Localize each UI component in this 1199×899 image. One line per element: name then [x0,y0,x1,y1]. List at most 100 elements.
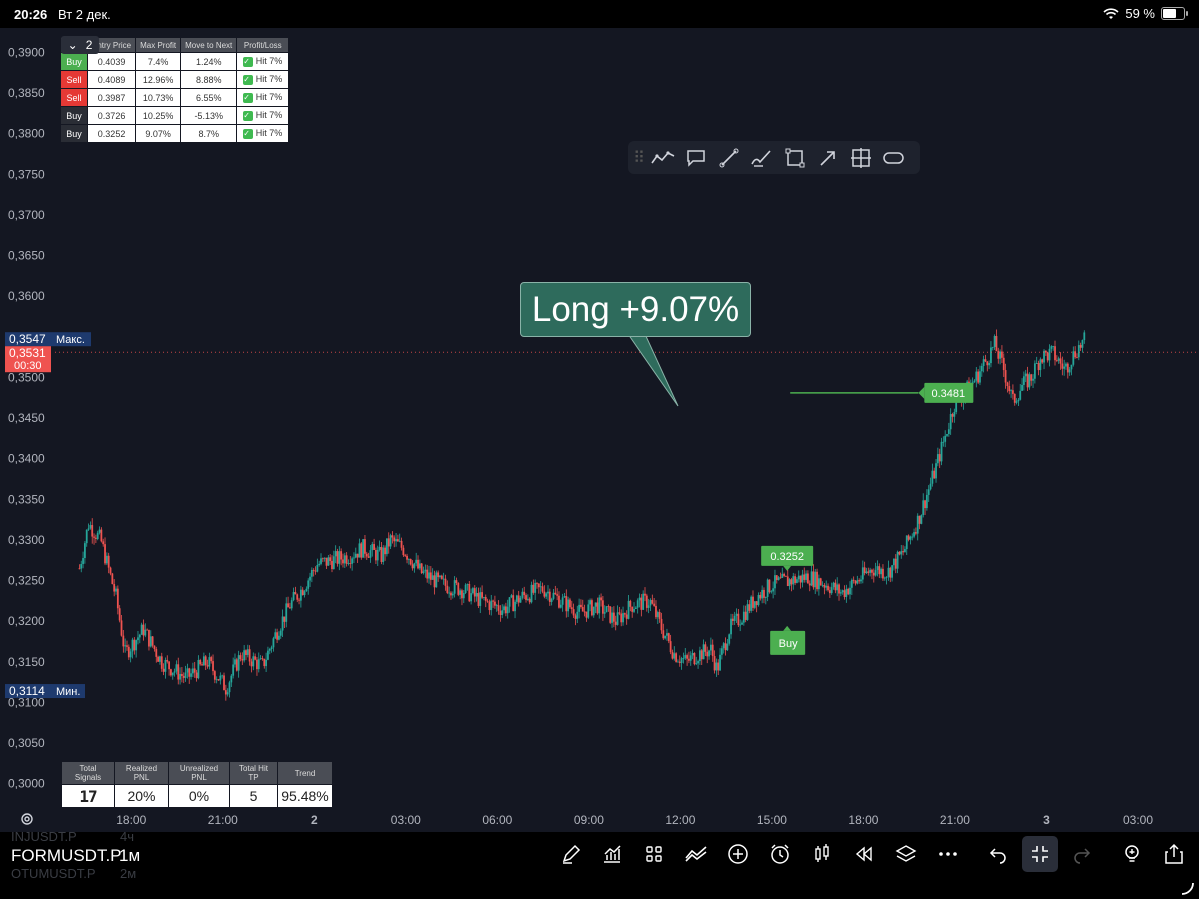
candle-body [616,612,619,625]
candles-icon[interactable] [808,840,836,868]
next-timeframe[interactable]: 2м [120,866,136,881]
price-chart[interactable]: 0,3900 0,3850 0,3800 0,3750 0,3700 0,3650 0,36… [0,28,1199,832]
candle-body [979,371,981,383]
long-callout[interactable]: Long +9.07% [520,282,751,337]
candle-body [753,601,756,608]
candle-body [933,470,936,479]
candle-body [828,590,831,594]
prev-symbol[interactable]: INJUSDT.P [11,829,77,844]
rectangle-icon[interactable] [778,141,811,174]
candle-body [386,538,388,555]
candle-body [797,575,800,580]
candle-body [788,579,791,587]
candle-body [415,559,418,564]
compare-icon[interactable] [682,840,710,868]
candle-body [819,578,822,586]
candle-body [164,659,167,672]
signal-row: Sell 0.3987 10.73% 6.55% ✓ Hit 7% [60,88,290,107]
fullscreen-exit-icon[interactable] [1022,836,1058,872]
more-icon[interactable] [934,840,962,868]
candle-body [265,659,268,667]
candle-body [510,595,513,598]
candle-body [517,595,520,603]
candle-body [501,610,504,615]
target-pointer [918,386,925,399]
candle-body [752,596,754,608]
collapse-button[interactable]: ⌄ 2 [61,36,99,54]
candle-body [578,604,581,612]
candle-body [816,571,818,590]
gear-icon[interactable] [19,811,35,827]
candle-body [376,549,379,561]
candle-body [741,622,743,625]
share-icon[interactable] [1160,840,1188,868]
candle-body [1050,346,1053,349]
timeframe-button[interactable]: 1м [119,846,140,866]
line-icon[interactable] [712,141,745,174]
candle-body [986,361,989,366]
candle-body [896,551,899,569]
add-icon[interactable] [724,840,752,868]
drag-handle-icon[interactable]: ⠿ [632,141,646,174]
signal-move: 6.55% [180,88,238,107]
bulb-icon[interactable] [1118,840,1146,868]
candle-body [799,575,802,583]
layout-grid-icon[interactable] [640,840,668,868]
max-label: Макс. [56,334,85,346]
layers-icon[interactable] [892,840,920,868]
candle-body [179,674,181,680]
candle-body [1026,373,1029,388]
candle-body [354,553,357,558]
candle-body [426,569,429,579]
candle-body [559,604,562,608]
trend-line-icon[interactable] [646,141,679,174]
crosshair-box-icon[interactable] [844,141,877,174]
prev-timeframe[interactable]: 4ч [120,829,134,844]
time-tick-label: 12:00 [665,813,695,827]
candle-body [409,559,412,565]
candle-body [212,661,214,672]
candle-body [655,605,657,618]
replay-icon[interactable] [850,840,878,868]
undo-icon[interactable] [984,840,1012,868]
pencil-icon[interactable] [557,840,585,868]
candle-body [618,612,621,614]
candle-body [763,589,765,598]
candle-body [146,629,149,631]
candle-body [1057,358,1060,361]
brush-icon[interactable] [745,141,778,174]
signal-row: Buy 0.3726 10.25% -5.13% ✓ Hit 7% [60,106,290,125]
candle-body [184,672,187,678]
candle-body [706,651,709,657]
time-tick-label: 3 [1043,813,1050,827]
symbol-button[interactable]: FORMUSDT.P [11,846,122,866]
candle-body [874,570,877,576]
candle-body [439,575,441,578]
candle-body [336,551,339,564]
candle-body [272,638,275,648]
candle-body [993,335,996,347]
candle-body [188,668,191,677]
candle-body [413,563,416,569]
candle-body [664,635,667,639]
next-symbol[interactable]: OTUMUSDT.P [11,866,96,881]
arrow-icon[interactable] [811,141,844,174]
candle-body [558,595,560,608]
redo-icon[interactable] [1068,840,1096,868]
candle-body [733,615,736,621]
candle-body [625,614,628,619]
check-icon: ✓ [243,128,254,139]
candle-body [481,592,483,598]
candle-body [224,690,227,695]
signal-row: Sell 0.4089 12.96% 8.88% ✓ Hit 7% [60,70,290,89]
candle-body [709,644,712,651]
time-tick-label: 06:00 [482,813,512,827]
ellipse-shape-icon[interactable] [877,141,910,174]
candle-body [435,572,438,588]
buy-marker-label: Buy [779,638,798,650]
indicators-icon[interactable] [598,840,626,868]
callout-icon[interactable] [679,141,712,174]
candle-body [872,572,875,576]
candle-body [691,653,694,656]
alert-clock-icon[interactable] [766,840,794,868]
